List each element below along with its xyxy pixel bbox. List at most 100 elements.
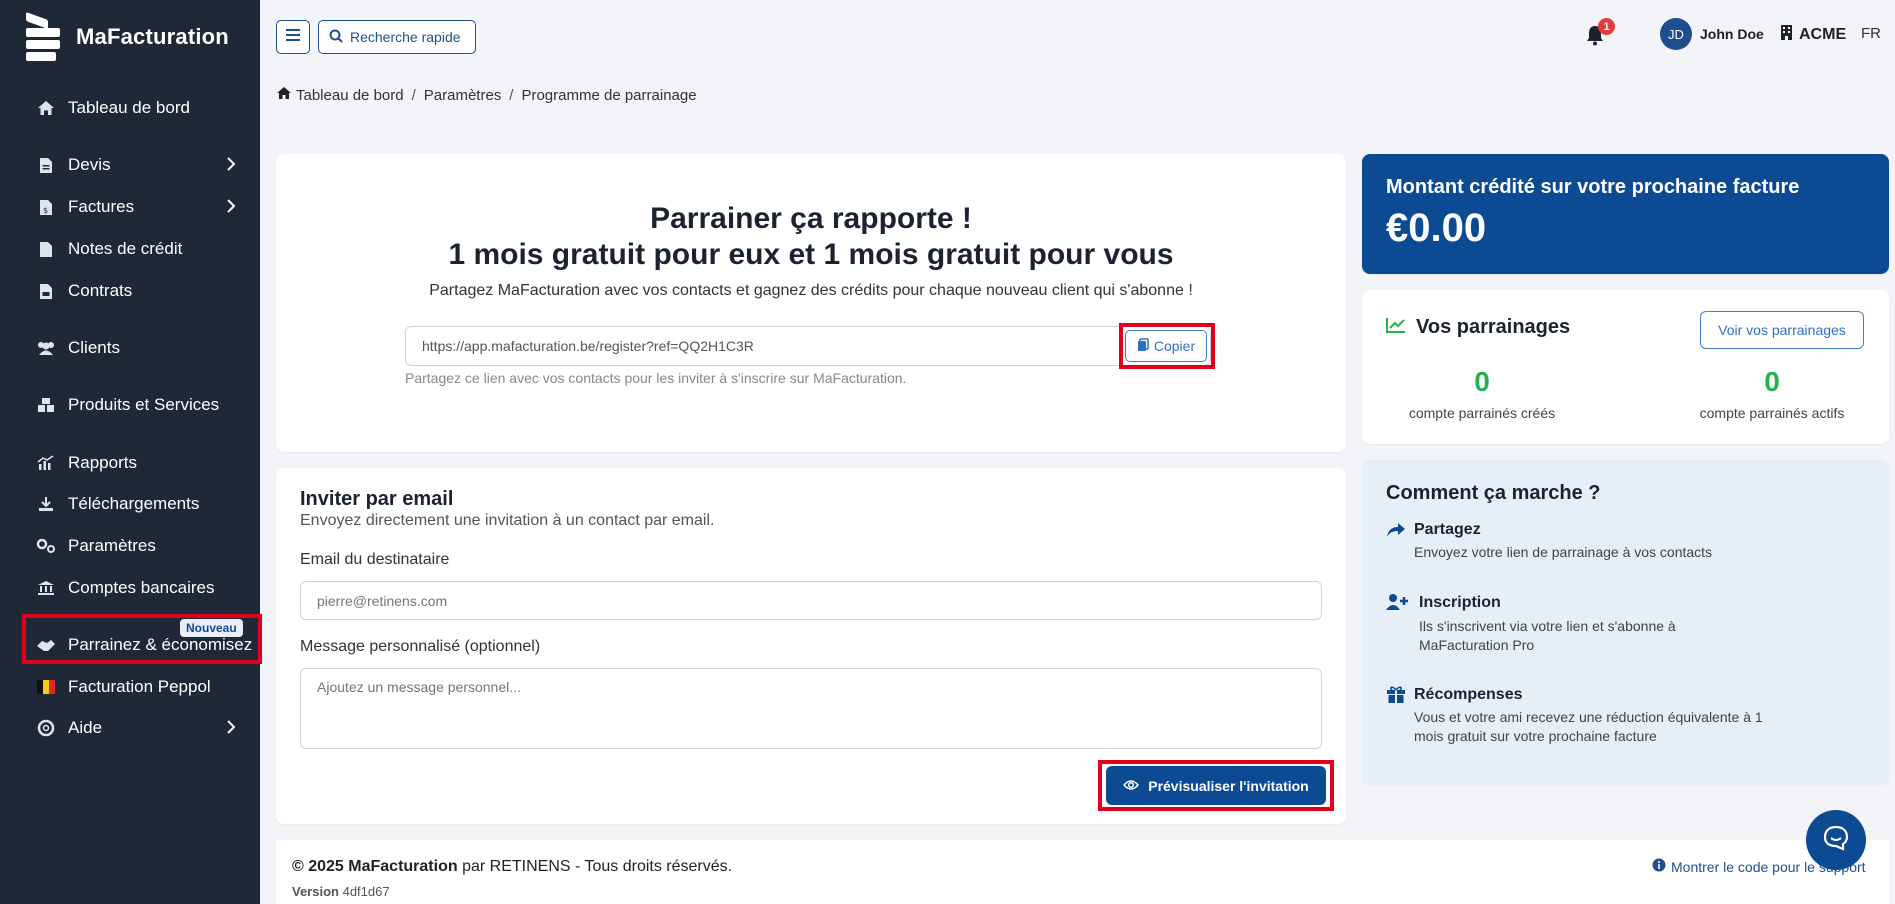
referrals-active-count: 0 [1764, 366, 1780, 397]
sidebar-item-parrainez[interactable]: Parrainez & économisez [36, 635, 252, 655]
menu-toggle-button[interactable] [276, 20, 310, 54]
copyright-brand: © 2025 MaFacturation [292, 858, 458, 875]
referrals-created-label: compte parrainés créés [1408, 405, 1556, 421]
message-field[interactable] [300, 668, 1322, 749]
user-plus-icon [1386, 593, 1408, 616]
copyright: © 2025 MaFacturation par RETINENS - Tous… [292, 858, 732, 876]
sidebar-item-dashboard[interactable]: Tableau de bord [36, 98, 190, 118]
sidebar-item-aide[interactable]: Aide [36, 718, 236, 738]
home-icon [276, 86, 292, 104]
view-referrals-button[interactable]: Voir vos parrainages [1700, 311, 1864, 349]
chat-support-button[interactable] [1806, 810, 1866, 870]
referral-link-help: Partagez ce lien avec vos contacts pour … [405, 370, 907, 386]
sidebar-item-contrats[interactable]: Contrats [36, 281, 132, 301]
building-icon [1780, 24, 1793, 45]
referrals-created-count: 0 [1474, 366, 1490, 397]
sidebar-item-label: Rapports [68, 453, 137, 472]
referrals-stats-title-row: Vos parrainages [1386, 316, 1570, 339]
bank-icon [36, 578, 56, 598]
referral-card: Parrainer ça rapporte ! 1 mois gratuit p… [276, 154, 1346, 452]
sidebar-item-parametres[interactable]: Paramètres [36, 536, 156, 556]
gears-icon [36, 536, 56, 556]
referrals-active-label: compte parrainés actifs [1699, 405, 1845, 421]
sidebar-item-label: Notes de crédit [68, 239, 183, 258]
breadcrumb-separator: / [509, 86, 514, 104]
referral-description: Partagez MaFacturation avec vos contacts… [429, 282, 1193, 299]
quick-search-button[interactable]: Recherche rapide [318, 20, 476, 54]
sidebar-item-label: Clients [68, 338, 120, 357]
sidebar-item-label: Contrats [68, 281, 133, 300]
search-icon [329, 29, 343, 46]
download-icon [36, 494, 56, 514]
version-value: 4df1d67 [342, 884, 390, 899]
sidebar-item-devis[interactable]: Devis [36, 155, 236, 175]
copy-icon [1137, 337, 1149, 355]
version: Version 4df1d67 [292, 884, 390, 899]
sidebar-item-label: Comptes bancaires [68, 578, 215, 597]
how-title: Comment ça marche ? [1386, 482, 1601, 504]
home-icon [36, 98, 56, 118]
share-icon [1386, 522, 1406, 543]
info-icon [1652, 858, 1666, 875]
sidebar-item-label: Tableau de bord [68, 98, 190, 117]
breadcrumb: Tableau de bord / Paramètres / Programme… [276, 86, 697, 104]
invite-card: Inviter par email Envoyez directement un… [276, 468, 1346, 824]
users-icon [36, 338, 56, 358]
how-it-works-card: Comment ça marche ? Partagez Envoyez vot… [1362, 460, 1889, 784]
invite-title: Inviter par email [300, 488, 454, 510]
email-field[interactable] [300, 581, 1322, 620]
lifebuoy-icon [36, 718, 56, 738]
document-icon [36, 155, 56, 175]
breadcrumb-item: Tableau de bord [296, 86, 404, 104]
breadcrumb-item[interactable]: Paramètres [424, 87, 502, 104]
sidebar-item-comptes[interactable]: Comptes bancaires [36, 578, 214, 598]
app-name: MaFacturation [76, 24, 229, 49]
sidebar-item-factures[interactable]: $ Factures [36, 197, 236, 217]
chat-bubble-icon [1822, 824, 1850, 857]
company-switcher[interactable]: ACME [1780, 24, 1846, 45]
credit-label: Montant crédité sur votre prochaine fact… [1386, 176, 1800, 198]
credit-amount: €0.00 [1386, 206, 1487, 250]
new-badge: Nouveau [180, 619, 243, 637]
avatar[interactable]: JD [1660, 18, 1692, 50]
email-label: Email du destinataire [300, 551, 450, 568]
document-icon [36, 239, 56, 259]
copy-button[interactable]: Copier [1125, 330, 1207, 362]
sidebar-item-clients[interactable]: Clients [36, 338, 120, 358]
sidebar-item-label: Facturation Peppol [68, 677, 211, 696]
referral-link-field[interactable]: https://app.mafacturation.be/register?re… [405, 326, 1211, 366]
preview-invitation-button[interactable]: Prévisualiser l'invitation [1106, 766, 1326, 805]
user-name[interactable]: John Doe [1700, 26, 1764, 42]
logo[interactable]: MaFacturation [26, 11, 229, 61]
sidebar-item-telechargements[interactable]: Téléchargements [36, 494, 199, 514]
chart-icon [36, 453, 56, 473]
company-name: ACME [1799, 25, 1847, 43]
sidebar-item-peppol[interactable]: Facturation Peppol [36, 677, 211, 697]
sidebar-item-label: Téléchargements [68, 494, 200, 513]
breadcrumb-home[interactable]: Tableau de bord [276, 86, 404, 104]
breadcrumb-current: Programme de parrainage [521, 86, 697, 104]
sidebar-item-rapports[interactable]: Rapports [36, 453, 137, 473]
message-label: Message personnalisé (optionnel) [300, 638, 541, 655]
step-description: Ils s'inscrivent via votre lien et s'abo… [1419, 618, 1676, 653]
sidebar-item-notes-credit[interactable]: Notes de crédit [36, 239, 182, 259]
sidebar-item-label: Produits et Services [68, 395, 220, 414]
language-switcher[interactable]: FR [1861, 25, 1881, 42]
chevron-right-icon [226, 156, 236, 177]
referral-subtitle-offer: 1 mois gratuit pour eux et 1 mois gratui… [448, 238, 1174, 271]
quick-search-label: Recherche rapide [350, 29, 461, 45]
handshake-icon [36, 635, 56, 655]
referral-title: Parrainer ça rapporte ! [650, 202, 972, 235]
credit-card: Montant crédité sur votre prochaine fact… [1362, 154, 1889, 274]
boxes-icon [36, 395, 56, 415]
svg-text:$: $ [43, 206, 48, 215]
trend-chart-icon [1386, 316, 1406, 339]
notification-count-badge: 1 [1598, 18, 1615, 35]
invoice-icon: $ [36, 197, 56, 217]
step-description: Envoyez votre lien de parrainage à vos c… [1414, 544, 1713, 560]
footer: © 2025 MaFacturation par RETINENS - Tous… [276, 840, 1889, 904]
sidebar-item-label: Devis [68, 155, 111, 174]
sidebar-item-produits[interactable]: Produits et Services [36, 395, 219, 415]
copyright-text: par RETINENS - Tous droits réservés. [457, 858, 733, 875]
sidebar: MaFacturation Tableau de bord Devis $ Fa… [0, 0, 262, 904]
